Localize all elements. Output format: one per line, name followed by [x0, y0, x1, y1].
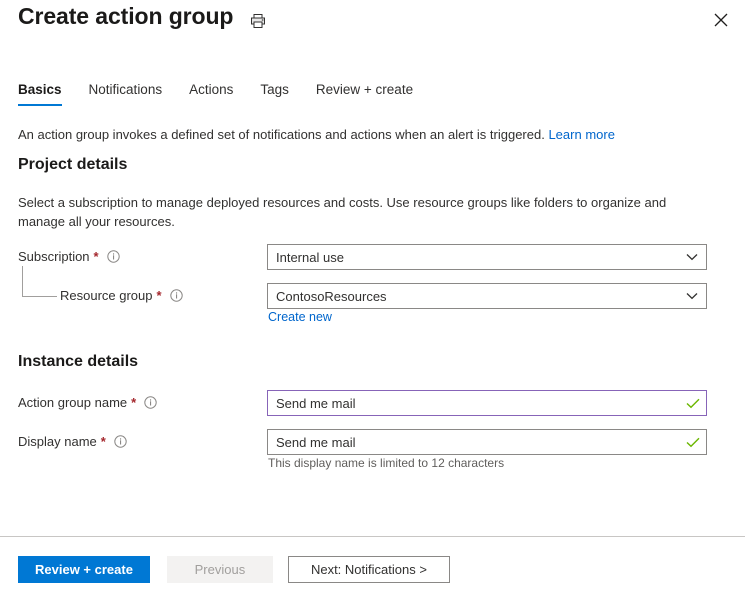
action-group-name-label-text: Action group name [18, 395, 128, 410]
subscription-label-text: Subscription [18, 249, 90, 264]
checkmark-icon [680, 398, 706, 409]
page-title: Create action group [18, 3, 234, 29]
info-icon[interactable] [106, 250, 120, 263]
project-details-heading: Project details [18, 156, 128, 173]
resource-group-label: Resource group * [60, 288, 183, 303]
display-name-helper-text: This display name is limited to 12 chara… [268, 456, 505, 470]
display-name-label-text: Display name [18, 434, 97, 449]
intro-text: An action group invokes a defined set of… [18, 126, 615, 143]
learn-more-link[interactable]: Learn more [548, 127, 614, 142]
resource-group-value: ContosoResources [276, 288, 387, 304]
action-group-name-input[interactable]: Send me mail [267, 390, 707, 416]
instance-details-heading: Instance details [18, 353, 139, 370]
display-name-value: Send me mail [276, 434, 356, 450]
project-details-description: Select a subscription to manage deployed… [18, 195, 667, 229]
info-icon[interactable] [144, 396, 157, 409]
info-icon[interactable] [114, 435, 127, 448]
footer-divider [0, 536, 745, 537]
action-group-name-value: Send me mail [276, 395, 356, 411]
intro-description: An action group invokes a defined set of… [18, 127, 545, 142]
page-header: Create action group [0, 0, 745, 58]
resource-group-dropdown[interactable]: ContosoResources [267, 283, 707, 309]
tab-basics[interactable]: Basics [18, 82, 62, 106]
checkmark-icon [680, 437, 706, 448]
display-name-input[interactable]: Send me mail [267, 429, 707, 455]
subscription-label: Subscription * [18, 249, 120, 264]
tab-bar: Basics Notifications Actions Tags Review… [18, 82, 440, 106]
close-icon[interactable] [706, 5, 736, 35]
review-create-button[interactable]: Review + create [18, 556, 150, 583]
next-notifications-button[interactable]: Next: Notifications > [287, 556, 450, 583]
subscription-value: Internal use [276, 249, 344, 265]
resource-group-label-text: Resource group [60, 288, 153, 303]
chevron-down-icon [678, 292, 706, 300]
subscription-dropdown[interactable]: Internal use [267, 244, 707, 270]
display-name-label: Display name * [18, 434, 127, 449]
printer-icon[interactable] [246, 9, 270, 33]
create-new-resource-group-link[interactable]: Create new [268, 310, 332, 324]
previous-button: Previous [166, 556, 273, 583]
subscription-required-marker: * [93, 249, 99, 264]
resource-group-required-marker: * [156, 288, 162, 303]
info-icon[interactable] [169, 289, 183, 302]
tab-actions[interactable]: Actions [189, 82, 233, 106]
tab-review-create[interactable]: Review + create [316, 82, 413, 106]
action-group-name-label: Action group name * [18, 395, 157, 410]
action-group-name-required-marker: * [131, 395, 137, 410]
tree-connector-line [22, 266, 57, 297]
display-name-required-marker: * [100, 434, 106, 449]
tab-notifications[interactable]: Notifications [89, 82, 163, 106]
chevron-down-icon [678, 253, 706, 261]
tab-tags[interactable]: Tags [260, 82, 289, 106]
footer-actions: Review + create Previous Next: Notificat… [18, 556, 450, 583]
